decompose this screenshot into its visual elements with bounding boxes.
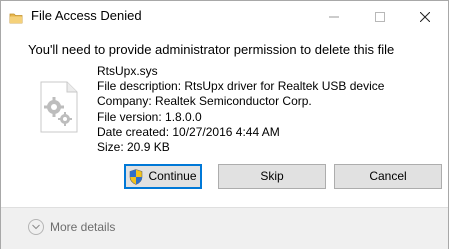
- file-details: RtsUpx.sys File description: RtsUpx driv…: [97, 64, 384, 155]
- main-instruction: You'll need to provide administrator per…: [28, 42, 395, 57]
- dialog-footer: More details: [1, 207, 448, 249]
- title-bar[interactable]: File Access Denied: [1, 1, 448, 32]
- uac-shield-icon: [130, 168, 143, 185]
- file-company: Company: Realtek Semiconductor Corp.: [97, 94, 312, 109]
- file-size: Size: 20.9 KB: [97, 140, 170, 155]
- file-date-created: Date created: 10/27/2016 4:44 AM: [97, 124, 280, 139]
- continue-label: Continue: [148, 169, 197, 183]
- continue-button[interactable]: Continue: [124, 164, 202, 189]
- minimize-button[interactable]: [311, 1, 357, 32]
- window-title: File Access Denied: [31, 8, 142, 23]
- maximize-button[interactable]: [357, 1, 403, 32]
- file-access-denied-dialog: File Access Denied You'll need to provid…: [0, 0, 449, 249]
- cancel-button[interactable]: Cancel: [334, 164, 442, 189]
- more-details-toggle[interactable]: More details: [28, 219, 115, 235]
- more-details-label: More details: [50, 220, 116, 234]
- maximize-icon: [375, 11, 385, 22]
- skip-button[interactable]: Skip: [218, 164, 326, 189]
- close-button[interactable]: [402, 1, 448, 32]
- minimize-icon: [329, 16, 339, 17]
- file-name: RtsUpx.sys: [97, 64, 158, 78]
- system-file-gears-icon: [40, 81, 78, 133]
- close-icon: [420, 11, 430, 22]
- chevron-down-icon: [28, 219, 44, 235]
- file-version: File version: 1.8.0.0: [97, 109, 202, 124]
- folder-icon: [9, 13, 23, 24]
- file-description: File description: RtsUpx driver for Real…: [97, 79, 385, 94]
